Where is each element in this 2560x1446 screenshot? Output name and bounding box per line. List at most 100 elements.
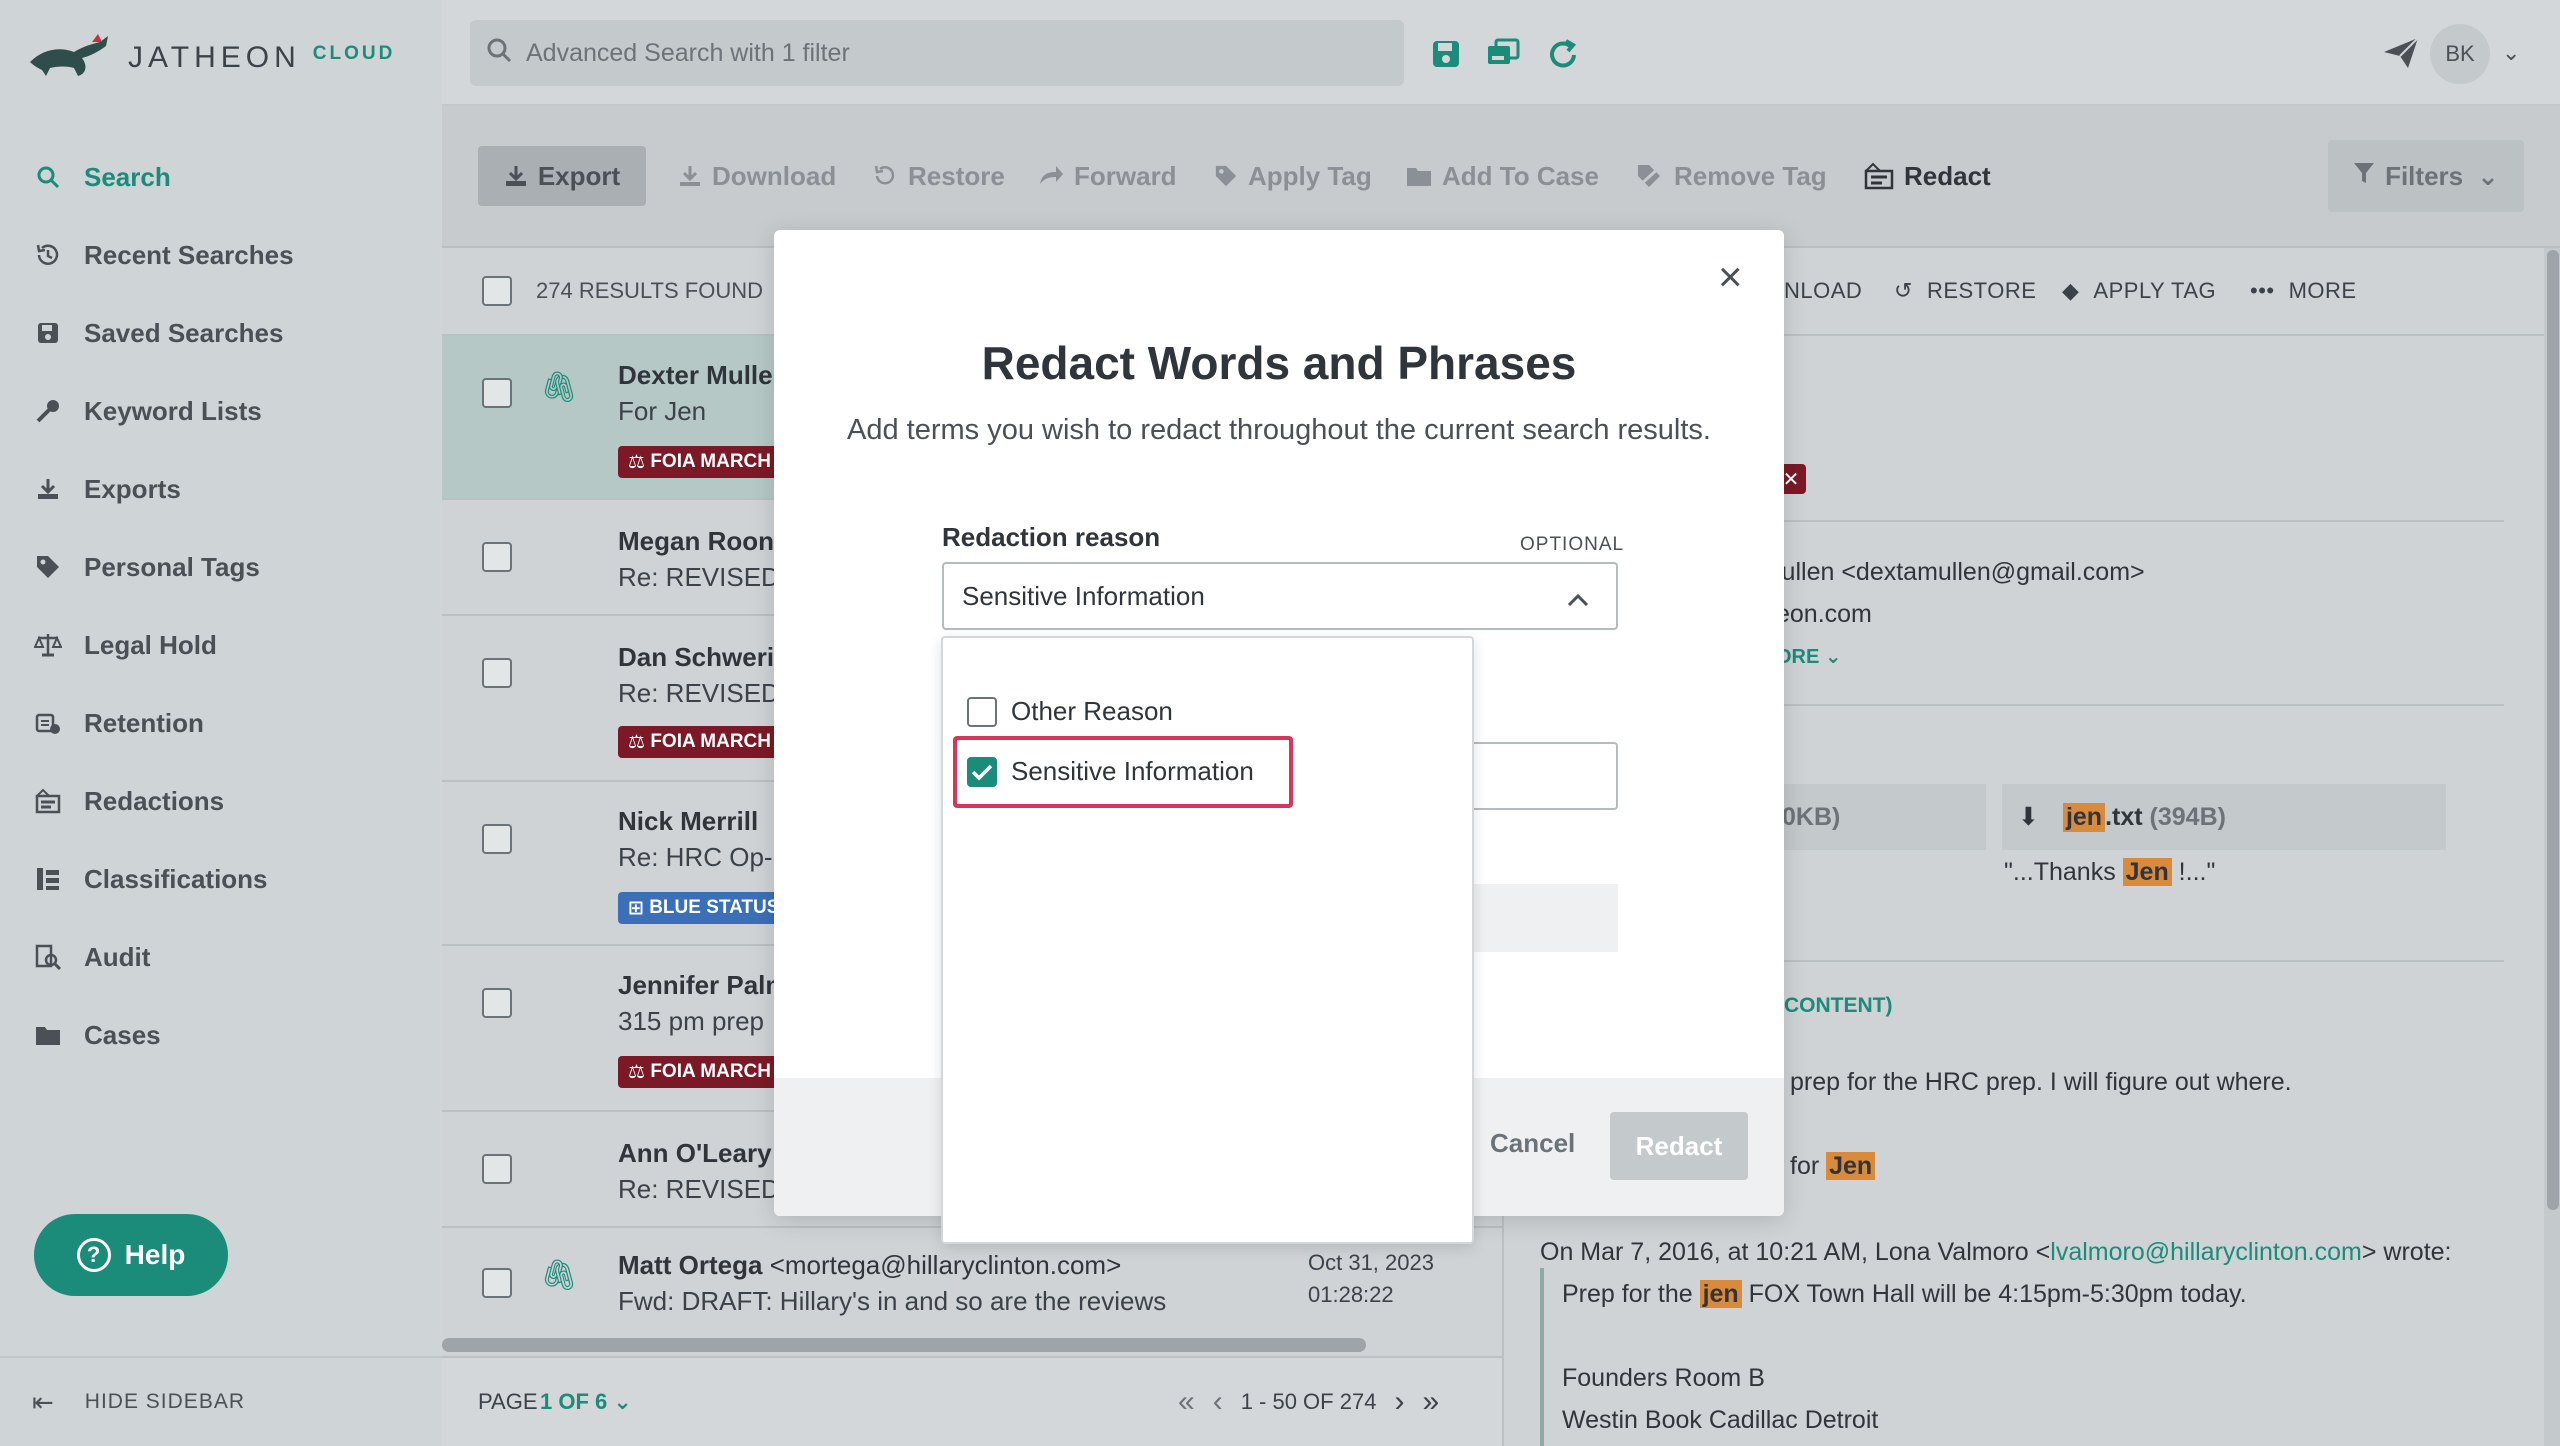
sidebar-item-personal-tags[interactable]: Personal Tags [0,528,442,606]
preview-from: lullen <dextamullen@gmail.com> [1776,558,2145,586]
option-checkbox[interactable] [967,756,997,787]
show-more-link[interactable]: ORE ⌄ [1776,644,1842,669]
saved-searches-icon[interactable] [1486,38,1520,72]
folder-icon [32,1019,64,1051]
forward-button[interactable]: Forward [1038,146,1177,206]
preview-apply-tag-button[interactable]: ◆ APPLY TAG [2062,278,2216,304]
preview-restore-button[interactable]: ↺ RESTORE [1894,278,2036,304]
row-checkbox[interactable] [482,824,512,854]
sidebar-item-audit[interactable]: Audit [0,918,442,996]
body-line: prep for the HRC prep. I will figure out… [1790,1068,2292,1096]
terms-input[interactable] [1454,742,1618,810]
row-checkbox[interactable] [482,1268,512,1298]
last-page-icon[interactable]: » [1422,1385,1439,1419]
avatar[interactable]: BK [2430,24,2490,84]
page-select[interactable]: 1 OF 6 ⌄ [540,1389,632,1415]
refresh-icon[interactable] [1546,38,1580,72]
table-row[interactable]: 🖇 Matt Ortega <mortega@hillaryclinton.co… [442,1228,1502,1338]
sidebar-item-legal-hold[interactable]: Legal Hold [0,606,442,684]
snippet-post: !..." [2171,858,2216,886]
tag-icon [32,551,64,583]
email-link[interactable]: lvalmoro@hillaryclinton.com [2050,1238,2362,1266]
results-count: 274 RESULTS FOUND [536,278,763,303]
row-checkbox[interactable] [482,542,512,572]
sidebar-item-saved-searches[interactable]: Saved Searches [0,294,442,372]
download-button[interactable]: Download [678,146,836,206]
attachment-card[interactable]: ⬇ jen .txt (394B) [2002,784,2446,850]
attachment-icon: 🖇 [540,1259,579,1292]
search-input[interactable]: Advanced Search with 1 filter [470,20,1404,86]
redaction-reason-dropdown: Other Reason Sensitive Information [941,636,1474,1244]
avatar-initials: BK [2445,41,2475,66]
pagination: PAGE 1 OF 6 ⌄ « ‹ 1 - 50 OF 274 › » [442,1356,1502,1446]
chevron-down-icon[interactable]: ⌄ [2502,40,2520,66]
audit-icon [32,941,64,973]
row-checkbox[interactable] [482,1154,512,1184]
select-all-checkbox[interactable] [482,276,512,306]
row-checkbox[interactable] [482,378,512,408]
sidebar-item-classifications[interactable]: Classifications [0,840,442,918]
search-icon [486,37,512,70]
action-toolbar: Export Download Restore Forward Apply Ta… [442,106,2560,248]
next-page-icon[interactable]: › [1394,1385,1404,1419]
sidebar-item-redactions[interactable]: Redactions [0,762,442,840]
filters-button[interactable]: Filters ⌄ [2328,140,2524,212]
redact-submit-button[interactable]: Redact [1610,1112,1748,1180]
body-line: for Jen [1790,1152,1876,1181]
restore-button[interactable]: Restore [872,146,1005,206]
horizontal-scrollbar[interactable] [442,1338,1366,1352]
sidebar-item-label: Saved Searches [84,317,284,348]
preview-more-button[interactable]: ••• MORE [2250,278,2357,304]
hide-sidebar-button[interactable]: ⇤ HIDE SIDEBAR [0,1356,442,1446]
option-checkbox[interactable] [967,696,997,727]
sidebar-item-label: Exports [84,473,181,504]
option-sensitive-information[interactable]: Sensitive Information [967,756,1254,787]
row-date: Oct 31, 2023 [1308,1250,1434,1275]
page-range: 1 - 50 OF 274 [1240,1389,1377,1414]
option-other-reason[interactable]: Other Reason [967,696,1173,727]
sidebar-item-search[interactable]: Search [0,138,442,216]
add-to-case-button[interactable]: Add To Case [1406,146,1599,206]
scrollbar-thumb[interactable] [2547,250,2559,1210]
sidebar-item-label: Retention [84,707,204,738]
sidebar-item-exports[interactable]: Exports [0,450,442,528]
prev-page-icon[interactable]: ‹ [1213,1385,1223,1419]
remove-tag-label: Remove Tag [1674,160,1827,191]
attachment-ext: .txt [2105,802,2143,831]
remove-tag-button[interactable]: Remove Tag [1636,146,1827,206]
attachment-card[interactable]: 0KB) [1776,784,1986,850]
row-from-name: Matt Ortega [618,1250,763,1280]
sidebar-item-retention[interactable]: Retention [0,684,442,762]
apply-tag-button[interactable]: Apply Tag [1214,146,1372,206]
close-icon[interactable]: × [1718,256,1743,298]
option-label: Other Reason [1011,696,1173,726]
sidebar-item-recent-searches[interactable]: Recent Searches [0,216,442,294]
help-button[interactable]: ? Help [34,1214,228,1296]
status-badge: ⚖ FOIA MARCH [618,446,781,478]
sidebar-item-cases[interactable]: Cases [0,996,442,1074]
row-checkbox[interactable] [482,988,512,1018]
sidebar-item-label: Cases [84,1019,161,1050]
quote-bar [1540,1268,1544,1446]
preview-download-button[interactable]: NLOAD [1784,278,1862,304]
vertical-scrollbar[interactable] [2544,248,2560,1446]
modal-title: Redact Words and Phrases [981,337,1577,389]
first-page-icon[interactable]: « [1178,1385,1195,1419]
preview-more-label: MORE [2288,278,2357,303]
sidebar-item-label: Redactions [84,785,225,816]
forward-icon [1038,164,1064,188]
redact-button[interactable]: Redact [1864,146,1991,206]
row-from: Megan Roone [618,526,789,556]
sidebar-item-keyword-lists[interactable]: Keyword Lists [0,372,442,450]
redaction-reason-select[interactable]: Sensitive Information [942,562,1618,630]
sidebar-item-label: Search [84,161,171,192]
redaction-reason-value: Sensitive Information [962,580,1205,611]
logo[interactable]: JATHEON CLOUD [28,30,395,86]
row-checkbox[interactable] [482,658,512,688]
export-button[interactable]: Export [478,146,646,206]
save-search-icon[interactable] [1430,38,1464,72]
cancel-button[interactable]: Cancel [1490,1128,1575,1159]
attachment-icon: 🖇 [540,371,579,404]
send-icon[interactable] [2382,36,2420,75]
collapse-left-icon: ⇤ [32,1386,55,1417]
